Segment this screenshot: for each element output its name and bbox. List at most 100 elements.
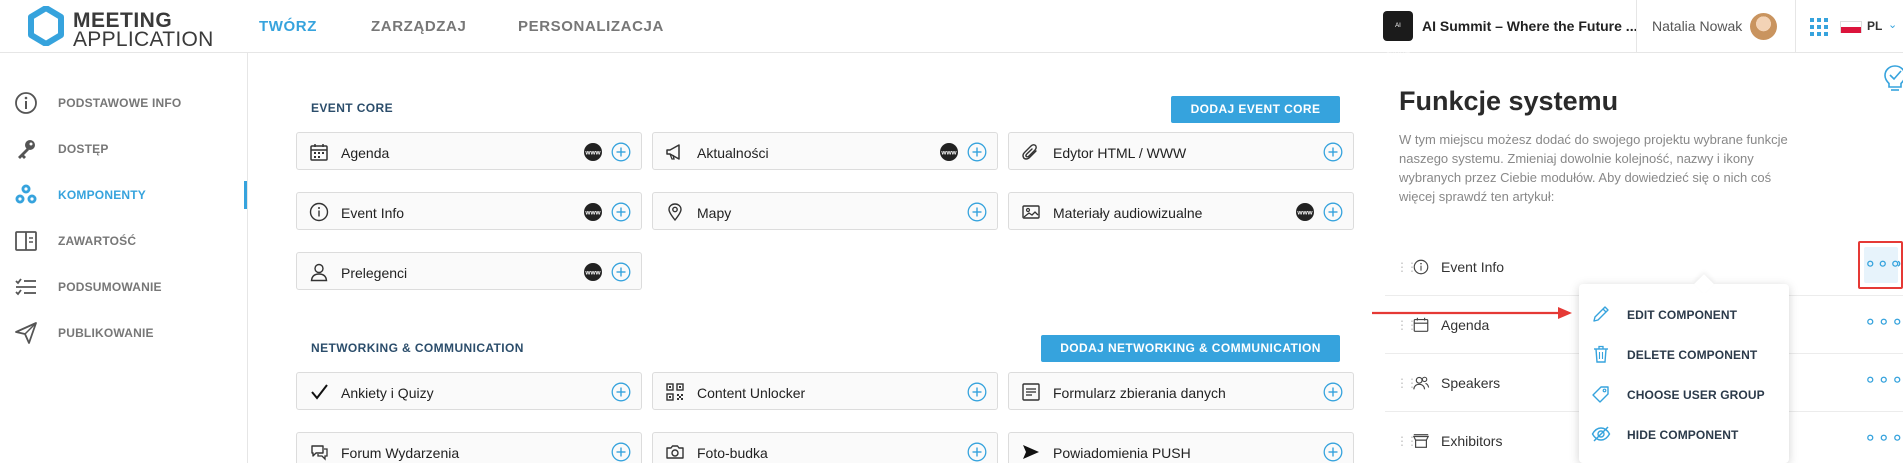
image-icon — [1022, 205, 1040, 219]
component-label: Foto-budka — [697, 445, 768, 461]
component-label: Content Unlocker — [697, 385, 806, 401]
person-icon — [310, 263, 328, 282]
add-plus-icon[interactable] — [967, 442, 987, 462]
component-card-forum[interactable]: Forum Wydarzenia — [296, 432, 642, 463]
add-plus-icon[interactable] — [611, 142, 631, 162]
menu-item-label: DELETE COMPONENT — [1627, 348, 1758, 362]
add-plus-icon[interactable] — [611, 262, 631, 282]
component-card-event-info[interactable]: Event Info www — [296, 192, 642, 230]
form-icon — [1022, 383, 1040, 401]
megaphone-icon — [666, 144, 680, 160]
component-card-news[interactable]: Aktualności www — [652, 132, 998, 170]
add-networking-button[interactable]: DODAJ NETWORKING & COMMUNICATION — [1041, 335, 1340, 362]
www-globe-icon: www — [584, 203, 602, 221]
apps-grid-icon[interactable] — [1810, 18, 1828, 36]
add-plus-icon[interactable] — [967, 382, 987, 402]
menu-item-label: HIDE COMPONENT — [1627, 428, 1739, 442]
avatar[interactable] — [1750, 13, 1777, 40]
add-plus-icon[interactable] — [611, 382, 631, 402]
add-plus-icon[interactable] — [1323, 382, 1343, 402]
section-title-event-core: EVENT CORE — [311, 101, 394, 115]
component-card-photo-booth[interactable]: Foto-budka — [652, 432, 998, 463]
add-plus-icon[interactable] — [611, 442, 631, 462]
nav-tab-create[interactable]: TWÓRZ — [259, 18, 317, 35]
calendar-icon — [310, 144, 328, 161]
component-label: Agenda — [341, 145, 390, 161]
qr-code-icon — [666, 383, 684, 401]
sidebar-item-basic-info[interactable]: PODSTAWOWE INFO — [14, 88, 248, 118]
components-icon — [15, 184, 37, 204]
sidebar-item-label: ZAWARTOŚĆ — [58, 234, 137, 248]
add-event-core-button[interactable]: DODAJ EVENT CORE — [1171, 96, 1340, 123]
add-plus-icon[interactable] — [967, 202, 987, 222]
more-options-icon[interactable]: ∘∘∘ — [1864, 428, 1903, 454]
add-plus-icon[interactable] — [967, 142, 987, 162]
section-title-networking: NETWORKING & COMMUNICATION — [311, 341, 524, 355]
svg-text:www: www — [584, 150, 601, 157]
lightbulb-check-icon[interactable] — [1882, 63, 1903, 95]
more-options-icon[interactable]: ∘∘∘ — [1864, 254, 1902, 274]
divider — [1795, 0, 1796, 53]
check-icon — [311, 384, 328, 400]
chevron-down-icon[interactable]: ⌄ — [1888, 18, 1897, 31]
www-globe-icon: www — [1296, 203, 1314, 221]
www-globe-icon: www — [584, 143, 602, 161]
sidebar-item-components[interactable]: KOMPONENTY — [14, 180, 248, 210]
component-card-html-editor[interactable]: Edytor HTML / WWW — [1008, 132, 1354, 170]
www-globe-icon: www — [940, 143, 958, 161]
app-logo[interactable]: MEETING APPLICATION — [28, 6, 213, 51]
menu-item-hide-component[interactable]: HIDE COMPONENT — [1579, 414, 1789, 454]
add-plus-icon[interactable] — [1323, 202, 1343, 222]
poland-flag-icon[interactable] — [1840, 21, 1862, 33]
sidebar-item-access[interactable]: DOSTĘP — [14, 134, 248, 164]
chat-icon — [311, 445, 328, 461]
component-card-maps[interactable]: Mapy — [652, 192, 998, 230]
menu-item-label: CHOOSE USER GROUP — [1627, 388, 1765, 402]
annotation-arrow-icon — [1372, 307, 1572, 319]
www-globe-icon: www — [584, 263, 602, 281]
panel-description: W tym miejscu możesz dodać do swojego pr… — [1399, 132, 1788, 204]
add-plus-icon[interactable] — [1323, 442, 1343, 462]
sidebar-item-summary[interactable]: PODSUMOWANIE — [14, 272, 248, 302]
context-menu: EDIT COMPONENT DELETE COMPONENT CHOOSE U… — [1579, 284, 1789, 463]
component-card-speakers[interactable]: Prelegenci www — [296, 252, 642, 290]
component-card-data-form[interactable]: Formularz zbierania danych — [1008, 372, 1354, 410]
user-name[interactable]: Natalia Nowak — [1652, 18, 1742, 34]
info-icon — [1413, 259, 1429, 275]
sidebar-item-label: KOMPONENTY — [58, 188, 147, 202]
menu-item-edit-component[interactable]: EDIT COMPONENT — [1579, 294, 1789, 334]
language-selector[interactable]: PL — [1867, 19, 1882, 33]
sidebar-active-indicator — [244, 181, 247, 209]
top-bar: MEETING APPLICATION TWÓRZ ZARZĄDZAJ PERS… — [0, 0, 1903, 59]
add-plus-icon[interactable] — [611, 202, 631, 222]
more-options-icon[interactable]: ∘∘∘ — [1864, 312, 1903, 338]
event-thumbnail[interactable]: AI SUMMIT — [1383, 11, 1413, 59]
component-card-surveys[interactable]: Ankiety i Quizy — [296, 372, 642, 410]
menu-item-delete-component[interactable]: DELETE COMPONENT — [1579, 334, 1789, 374]
component-label: Edytor HTML / WWW — [1053, 145, 1187, 161]
svg-text:www: www — [1296, 210, 1313, 217]
send-icon — [1023, 445, 1039, 459]
nav-tab-manage[interactable]: ZARZĄDZAJ — [371, 18, 466, 35]
menu-item-choose-user-group[interactable]: CHOOSE USER GROUP — [1579, 374, 1789, 414]
component-card-push[interactable]: Powiadomienia PUSH — [1008, 432, 1354, 463]
sidebar-item-content[interactable]: ZAWARTOŚĆ — [14, 226, 248, 256]
info-icon — [309, 202, 329, 222]
pencil-icon — [1593, 306, 1609, 322]
sidebar-item-publishing[interactable]: PUBLIKOWANIE — [14, 318, 248, 348]
nav-tab-personalization[interactable]: PERSONALIZACJA — [518, 18, 664, 35]
sidebar-item-label: DOSTĘP — [58, 142, 109, 156]
component-card-content-unlocker[interactable]: Content Unlocker — [652, 372, 998, 410]
paper-plane-icon — [15, 322, 37, 344]
component-label: Forum Wydarzenia — [341, 445, 460, 461]
trash-icon — [1594, 345, 1608, 363]
checklist-icon — [15, 278, 36, 296]
more-options-icon[interactable]: ∘∘∘ — [1864, 370, 1903, 396]
component-card-audiovisual[interactable]: Materiały audiowizualne www — [1008, 192, 1354, 230]
event-selector[interactable]: AI Summit – Where the Future ... — [1422, 18, 1637, 34]
key-icon — [18, 140, 35, 159]
add-plus-icon[interactable] — [1323, 142, 1343, 162]
booth-icon — [1412, 434, 1430, 448]
component-card-agenda[interactable]: Agenda www — [296, 132, 642, 170]
content-icon — [15, 231, 37, 251]
